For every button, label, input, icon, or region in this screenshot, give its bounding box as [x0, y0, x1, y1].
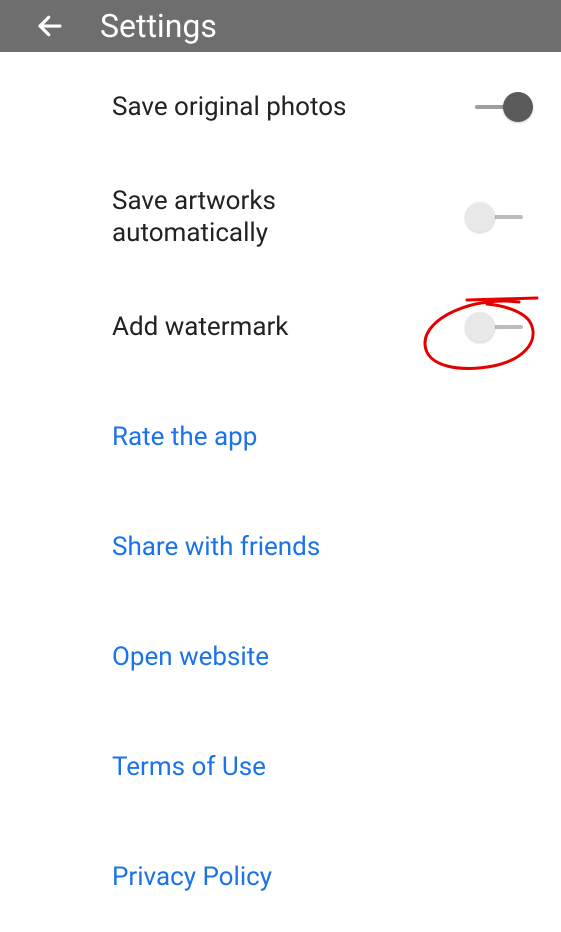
settings-screen: Settings Save original photos Save artwo…: [0, 0, 561, 895]
toggle-save-original-photos[interactable]: [469, 92, 529, 122]
setting-label: Save original photos: [112, 91, 346, 124]
link-open-website[interactable]: Open website: [112, 602, 529, 712]
link-rate-the-app[interactable]: Rate the app: [112, 382, 529, 492]
arrow-left-icon: [35, 11, 65, 41]
setting-label: Add watermark: [112, 311, 288, 344]
header-bar: Settings: [0, 0, 561, 52]
toggle-save-artworks[interactable]: [469, 202, 529, 232]
toggle-thumb: [465, 312, 495, 342]
toggle-add-watermark[interactable]: [469, 312, 529, 342]
toggle-thumb: [465, 202, 495, 232]
link-label: Open website: [112, 641, 269, 674]
setting-label: Save artworks automatically: [112, 185, 432, 250]
back-button[interactable]: [24, 0, 76, 52]
settings-list: Save original photos Save artworks autom…: [0, 52, 561, 932]
link-label: Terms of Use: [112, 751, 266, 784]
link-label: Rate the app: [112, 421, 257, 454]
link-label: Privacy Policy: [112, 861, 272, 894]
link-share-with-friends[interactable]: Share with friends: [112, 492, 529, 602]
link-privacy-policy[interactable]: Privacy Policy: [112, 822, 529, 932]
setting-save-original-photos[interactable]: Save original photos: [112, 52, 529, 162]
link-label: Share with friends: [112, 531, 320, 564]
toggle-thumb: [503, 92, 533, 122]
setting-save-artworks-automatically[interactable]: Save artworks automatically: [112, 162, 529, 272]
setting-add-watermark[interactable]: Add watermark: [112, 272, 529, 382]
page-title: Settings: [100, 7, 217, 45]
link-terms-of-use[interactable]: Terms of Use: [112, 712, 529, 822]
